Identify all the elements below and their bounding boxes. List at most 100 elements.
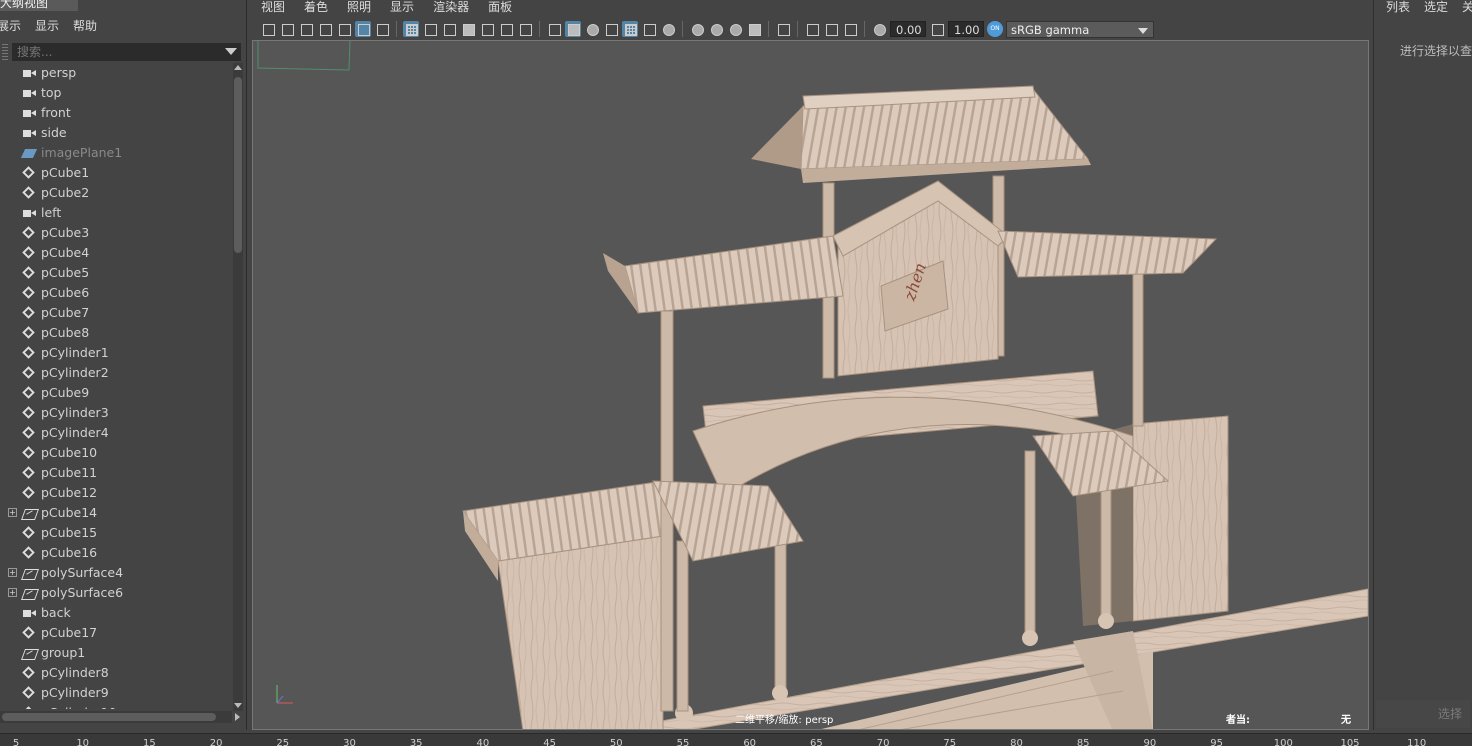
outliner-item[interactable]: pCylinder3 <box>0 403 232 423</box>
gamma-icon[interactable] <box>929 21 945 37</box>
resolution-gate-icon[interactable] <box>441 21 457 37</box>
scroll-up-icon[interactable] <box>234 65 242 70</box>
default-material-icon[interactable] <box>584 21 600 37</box>
expand-icon[interactable]: + <box>8 568 17 577</box>
grid-icon[interactable] <box>403 21 419 37</box>
time-slider[interactable]: 5 10 15 20 25 30 35 40 45 50 55 60 65 70 75 80 85 90 95 100… <box>0 733 1472 746</box>
outliner-item[interactable]: pCube12 <box>0 483 232 503</box>
menu-view[interactable]: 视图 <box>261 0 285 16</box>
wireframe-icon[interactable] <box>546 21 562 37</box>
outliner-item[interactable]: pCube15 <box>0 523 232 543</box>
outliner-item[interactable]: pCube10 <box>0 443 232 463</box>
scrollbar-thumb[interactable] <box>234 77 242 253</box>
outliner-menu-display[interactable]: 显示 <box>35 16 59 36</box>
select-button[interactable]: 选择 <box>1376 700 1470 728</box>
outliner-item[interactable]: pCylinder1 <box>0 343 232 363</box>
menu-selected[interactable]: 选定 <box>1424 0 1448 15</box>
film-gate-icon[interactable] <box>422 21 438 37</box>
outliner-item[interactable]: pCube9 <box>0 383 232 403</box>
grip-handle-icon[interactable] <box>2 44 8 60</box>
search-input[interactable] <box>12 43 241 61</box>
image-plane-icon[interactable] <box>317 21 333 37</box>
exposure-icon[interactable] <box>871 21 887 37</box>
outliner-item[interactable]: pCube7 <box>0 303 232 323</box>
grease-pencil-icon[interactable] <box>355 21 371 37</box>
3d-viewport[interactable]: zhen 二维平移/缩放: persp 者当: 无 <box>252 40 1369 730</box>
outliner-item[interactable]: pCube4 <box>0 243 232 263</box>
outliner-item[interactable]: top <box>0 83 232 103</box>
expand-icon[interactable]: + <box>8 588 17 597</box>
scroll-right-icon[interactable] <box>235 713 240 721</box>
outliner-item[interactable]: pCube11 <box>0 463 232 483</box>
menu-panels[interactable]: 面板 <box>488 0 512 16</box>
outliner-item[interactable]: pCube6 <box>0 283 232 303</box>
outliner-item[interactable]: group1 <box>0 643 232 663</box>
gamma-field[interactable]: 1.00 <box>948 21 984 37</box>
outliner-item[interactable]: pCylinder10 <box>0 703 232 709</box>
outliner-item[interactable]: pCylinder8 <box>0 663 232 683</box>
smooth-shade-icon[interactable] <box>565 21 581 37</box>
outliner-item[interactable]: pCube8 <box>0 323 232 343</box>
exposure-field[interactable]: 0.00 <box>890 21 926 37</box>
menu-renderer[interactable]: 渲染器 <box>433 0 469 16</box>
outliner-item[interactable]: persp <box>0 63 232 83</box>
outliner-item[interactable]: + polySurface6 <box>0 583 232 603</box>
field-chart-icon[interactable] <box>479 21 495 37</box>
menu-shading[interactable]: 着色 <box>304 0 328 16</box>
outliner-item[interactable]: + polySurface4 <box>0 563 232 583</box>
menu-show[interactable]: 显示 <box>390 0 414 16</box>
outliner-item[interactable]: + pCube14 <box>0 503 232 523</box>
outliner-item-label: pCube5 <box>41 265 90 280</box>
outliner-item[interactable]: back <box>0 603 232 623</box>
bookmark-icon[interactable] <box>298 21 314 37</box>
xray-icon[interactable] <box>804 21 820 37</box>
scroll-down-icon[interactable] <box>234 703 242 708</box>
outliner-item[interactable]: pCube1 <box>0 163 232 183</box>
camera-attributes-icon[interactable] <box>279 21 295 37</box>
lights-icon[interactable] <box>641 21 657 37</box>
outliner-title[interactable]: 大纲视图 <box>0 0 78 11</box>
outliner-item[interactable]: pCube16 <box>0 543 232 563</box>
outliner-item[interactable]: front <box>0 103 232 123</box>
search-dropdown-icon[interactable] <box>225 48 237 55</box>
brush-icon[interactable] <box>374 21 390 37</box>
gate-mask-icon[interactable] <box>460 21 476 37</box>
pan-zoom-icon[interactable] <box>336 21 352 37</box>
expand-icon[interactable]: + <box>8 508 17 517</box>
ambient-occlusion-icon[interactable] <box>689 21 705 37</box>
color-space-select[interactable]: sRGB gamma <box>1006 20 1154 38</box>
textured-icon[interactable] <box>622 21 638 37</box>
outliner-vertical-scrollbar[interactable] <box>233 63 243 711</box>
outliner-menu-show[interactable]: 展示 <box>0 16 21 36</box>
xray-joints-icon[interactable] <box>823 21 839 37</box>
anti-aliasing-icon[interactable] <box>727 21 743 37</box>
select-camera-icon[interactable] <box>260 21 276 37</box>
wireframe-on-shaded-icon[interactable] <box>603 21 619 37</box>
outliner-item[interactable]: pCube5 <box>0 263 232 283</box>
safe-action-icon[interactable] <box>498 21 514 37</box>
outliner-item[interactable]: left <box>0 203 232 223</box>
safe-title-icon[interactable] <box>517 21 533 37</box>
shadows-icon[interactable] <box>660 21 676 37</box>
xray-components-icon[interactable] <box>842 21 858 37</box>
menu-list[interactable]: 列表 <box>1386 0 1410 15</box>
isolate-select-icon[interactable] <box>775 21 791 37</box>
outliner-item[interactable]: imagePlane1 <box>0 143 232 163</box>
outliner-item[interactable]: side <box>0 123 232 143</box>
motion-blur-icon[interactable] <box>708 21 724 37</box>
scene-canvas[interactable]: zhen <box>253 41 1369 730</box>
menu-focus[interactable]: 关 <box>1462 0 1472 15</box>
menu-lighting[interactable]: 照明 <box>347 0 371 16</box>
outliner-item[interactable]: pCube17 <box>0 623 232 643</box>
outliner-item[interactable]: pCube2 <box>0 183 232 203</box>
scrollbar-thumb[interactable] <box>2 713 216 721</box>
outliner-item[interactable]: pCylinder9 <box>0 683 232 703</box>
outliner-item[interactable]: pCylinder4 <box>0 423 232 443</box>
depth-of-field-icon[interactable] <box>746 21 762 37</box>
outliner-item[interactable]: pCube3 <box>0 223 232 243</box>
time-tick-label: 5 <box>12 738 20 746</box>
outliner-item[interactable]: pCylinder2 <box>0 363 232 383</box>
color-management-toggle-icon[interactable]: ON <box>987 21 1003 37</box>
outliner-menu-help[interactable]: 帮助 <box>73 16 97 36</box>
outliner-horizontal-scrollbar[interactable] <box>0 711 240 723</box>
